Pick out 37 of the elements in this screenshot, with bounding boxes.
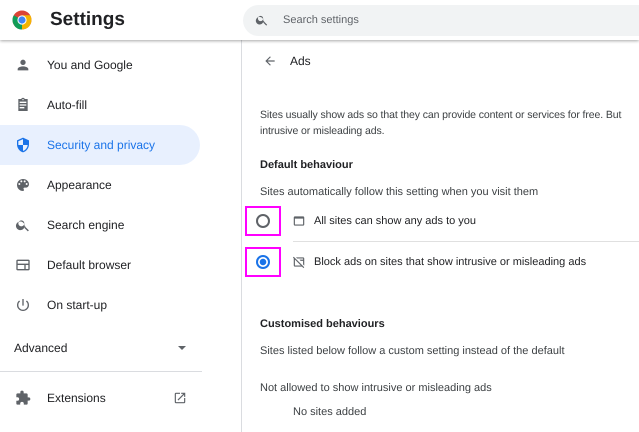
window-icon xyxy=(292,214,306,228)
shield-icon xyxy=(15,137,31,153)
sidebar-item[interactable]: Appearance xyxy=(0,165,200,205)
advanced-toggle[interactable]: Advanced xyxy=(0,325,202,371)
palette-icon xyxy=(15,177,31,193)
sidebar-item[interactable]: You and Google xyxy=(0,45,200,85)
radio-button[interactable] xyxy=(256,214,270,228)
search-icon xyxy=(255,13,269,27)
sidebar-item[interactable]: Default browser xyxy=(0,245,200,285)
extensions-link[interactable]: Extensions xyxy=(0,378,202,418)
external-link-icon xyxy=(173,391,187,405)
sidebar-item[interactable]: Search engine xyxy=(0,205,200,245)
app-title: Settings xyxy=(50,9,125,31)
list-title: Not allowed to show intrusive or misleading ads xyxy=(260,382,493,394)
section-description: Sites automatically follow this setting when you visit them xyxy=(260,186,540,198)
empty-list-text: No sites added xyxy=(293,406,368,418)
page-title: Ads xyxy=(290,54,311,68)
power-icon xyxy=(15,297,31,313)
puzzle-piece-icon xyxy=(15,390,31,406)
search-input[interactable]: Search settings xyxy=(281,13,585,27)
section-heading: Customised behaviours xyxy=(260,318,386,330)
description-text: Sites usually show ads so that they can provide content or services for free. But xyxy=(260,108,622,123)
radio-button[interactable] xyxy=(256,255,270,269)
option-label: Block ads on sites that show intrusive or misleading ads xyxy=(314,256,586,268)
sidebar-item[interactable]: On start-up xyxy=(0,285,200,325)
section-description: Sites listed below follow a custom setting instead of the default xyxy=(260,345,566,357)
section-heading: Default behaviour xyxy=(260,159,354,171)
browser-window-icon xyxy=(15,257,31,273)
sidebar-item[interactable]: Auto-fill xyxy=(0,85,200,125)
back-arrow-icon[interactable] xyxy=(263,54,277,68)
browser-logo-icon xyxy=(12,10,32,30)
crossed-window-icon xyxy=(292,255,306,269)
sidebar-item[interactable]: Security and privacy xyxy=(0,125,200,165)
option-label: All sites can show any ads to you xyxy=(314,215,476,227)
description-text: intrusive or misleading ads. xyxy=(260,124,386,139)
person-icon xyxy=(15,57,31,73)
search-field[interactable]: Search settings xyxy=(243,4,639,36)
